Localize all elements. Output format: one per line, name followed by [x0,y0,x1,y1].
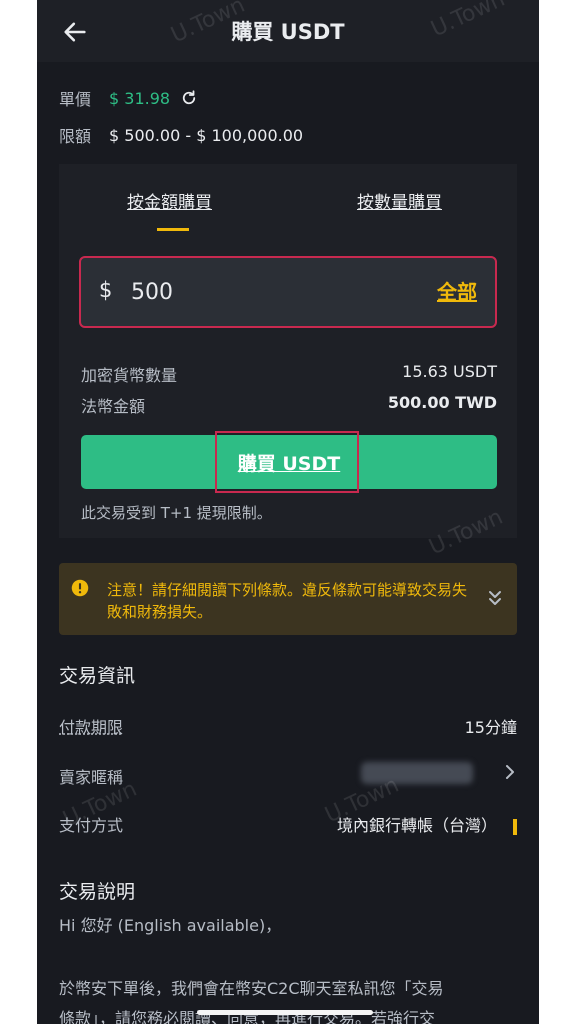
price-value: $ 31.98 [109,88,171,108]
order-card: 按金額購買 按數量購買 U.Town U.Town $ 全部 加密貨幣數量 15… [59,164,517,560]
crypto-amount-row: 加密貨幣數量 15.63 USDT [81,362,497,386]
payment-method-color-bar [513,818,517,835]
buy-usdt-button-label: 購買 USDT [237,453,341,475]
seller-name-blurred [361,762,473,784]
description-line-1: Hi 您好 (English available)， [59,916,282,935]
fiat-amount-label: 法幣金額 [81,397,146,416]
home-indicator[interactable] [197,1010,373,1015]
phone-screen: 購買 USDT U.Town U.Town 單價 $ 31.98 限額 $ 50… [37,0,539,1024]
buy-usdt-button[interactable]: 購買 USDT [81,431,497,493]
page-title: 購買 USDT [231,20,345,44]
warning-banner[interactable]: 注意！請仔細閱讀下列條款。違反條款可能導致交易失敗和財務損失。 [59,563,517,635]
trade-info-title: 交易資訊 [59,665,136,687]
fiat-amount-row: 法幣金額 500.00 TWD [81,393,497,417]
refresh-icon[interactable] [180,89,198,107]
trade-description-title: 交易說明 [59,881,136,903]
tab-buy-by-amount[interactable]: 按金額購買 [127,188,212,213]
crypto-amount-label: 加密貨幣數量 [81,366,178,385]
header-bar: 購買 USDT [37,0,539,62]
amount-input[interactable] [129,274,353,310]
description-line-2: 於幣安下單後，我們會在幣安C2C聊天室私訊您「交易 [59,979,444,998]
all-button[interactable]: 全部 [437,276,477,305]
price-label: 單價 [59,90,92,109]
active-tab-indicator [157,228,189,231]
seller-label: 賣家暱稱 [59,768,124,787]
tab-buy-by-quantity[interactable]: 按數量購買 [357,188,442,213]
fiat-amount-value: 500.00 TWD [387,393,497,412]
withdrawal-limit-note: 此交易受到 T+1 提現限制。 [81,504,272,522]
crypto-amount-value: 15.63 USDT [402,362,497,381]
watermark: U.Town [425,504,507,561]
chevron-right-icon[interactable] [503,764,517,780]
back-arrow-icon[interactable] [61,18,89,46]
payment-period-value: 15分鐘 [464,718,517,737]
amount-input-box: $ 全部 [79,256,497,328]
payment-method-value: 境內銀行轉帳（台灣） [336,816,497,835]
warning-icon [71,579,89,597]
payment-period-label[interactable]: 付款期限 [59,714,123,738]
warning-text: 注意！請仔細閱讀下列條款。違反條款可能導致交易失敗和財務損失。 [107,581,468,621]
limit-row: 限額 $ 500.00 - $ 100,000.00 [59,123,303,147]
limit-value: $ 500.00 - $ 100,000.00 [109,125,304,145]
double-chevron-down-icon[interactable] [487,589,503,607]
limit-label: 限額 [59,127,92,146]
price-row: 單價 $ 31.98 [59,86,198,110]
payment-method-value-wrap: 境內銀行轉帳（台灣） [337,812,517,836]
payment-method-label: 支付方式 [59,816,124,835]
currency-symbol: $ [99,278,113,302]
